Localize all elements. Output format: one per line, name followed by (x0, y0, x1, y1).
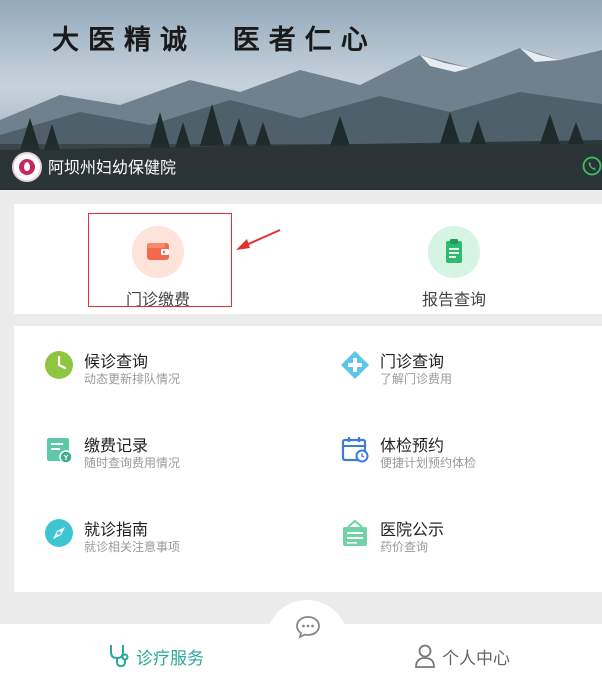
outpatient-payment-button[interactable]: 门诊缴费 (88, 212, 228, 309)
service-subtitle: 了解门诊费用 (380, 372, 453, 386)
wallet-icon (132, 226, 184, 278)
notice-board-icon (343, 519, 367, 546)
chat-bubble-icon[interactable] (295, 615, 321, 639)
annotation-arrow (236, 229, 281, 250)
checkup-appointment-item[interactable]: 体检预约 便捷计划预约体检 (310, 410, 590, 470)
payment-record-icon (47, 438, 73, 464)
service-subtitle: 动态更新排队情况 (84, 372, 181, 386)
service-title: 候诊查询 (84, 352, 149, 371)
clock-icon (45, 351, 73, 379)
services-grid: 候诊查询 动态更新排队情况 门诊查询 了解门诊费用 缴费记录 随时查询费用情况 (14, 326, 602, 592)
banner-slogan: 大医精诚 医者仁心 (52, 25, 377, 56)
service-subtitle: 药价查询 (380, 540, 429, 554)
hospital-banner: 大医精诚 医者仁心 阿坝州妇幼保健院 (0, 0, 602, 190)
tab-medical-service[interactable]: 诊疗服务 (108, 640, 204, 672)
report-query-button[interactable]: 报告查询 (384, 212, 524, 309)
service-title: 门诊查询 (380, 352, 445, 371)
tab-personal-center[interactable]: 个人中心 (414, 640, 510, 672)
clipboard-icon (428, 226, 480, 278)
visit-guide-item[interactable]: 就诊指南 就诊相关注意事项 (14, 494, 294, 554)
calendar-icon (341, 437, 369, 463)
service-title: 体检预约 (380, 436, 445, 455)
waiting-query-item[interactable]: 候诊查询 动态更新排队情况 (14, 326, 294, 386)
service-subtitle: 随时查询费用情况 (84, 456, 181, 470)
service-title: 医院公示 (380, 520, 445, 539)
service-subtitle: 便捷计划预约体检 (380, 456, 477, 470)
service-title: 缴费记录 (84, 436, 149, 455)
outpatient-query-item[interactable]: 门诊查询 了解门诊费用 (310, 326, 590, 386)
hospital-logo-icon (12, 152, 42, 182)
tab-medical-service-label: 诊疗服务 (136, 648, 204, 669)
service-subtitle: 就诊相关注意事项 (84, 540, 181, 554)
hospital-notice-item[interactable]: 医院公示 药价查询 (310, 494, 590, 554)
phone-icon[interactable] (582, 156, 602, 176)
medical-cross-icon (341, 351, 369, 379)
tab-personal-center-label: 个人中心 (442, 648, 510, 669)
outpatient-payment-label: 门诊缴费 (125, 290, 190, 309)
quick-actions-panel: 门诊缴费 报告查询 (14, 204, 602, 314)
service-title: 就诊指南 (84, 520, 149, 539)
report-query-label: 报告查询 (421, 290, 486, 309)
compass-icon (45, 519, 73, 547)
payment-record-item[interactable]: 缴费记录 随时查询费用情况 (14, 410, 294, 470)
hospital-name: 阿坝州妇幼保健院 (48, 158, 177, 177)
stethoscope-icon (110, 645, 129, 668)
user-icon (415, 644, 435, 668)
